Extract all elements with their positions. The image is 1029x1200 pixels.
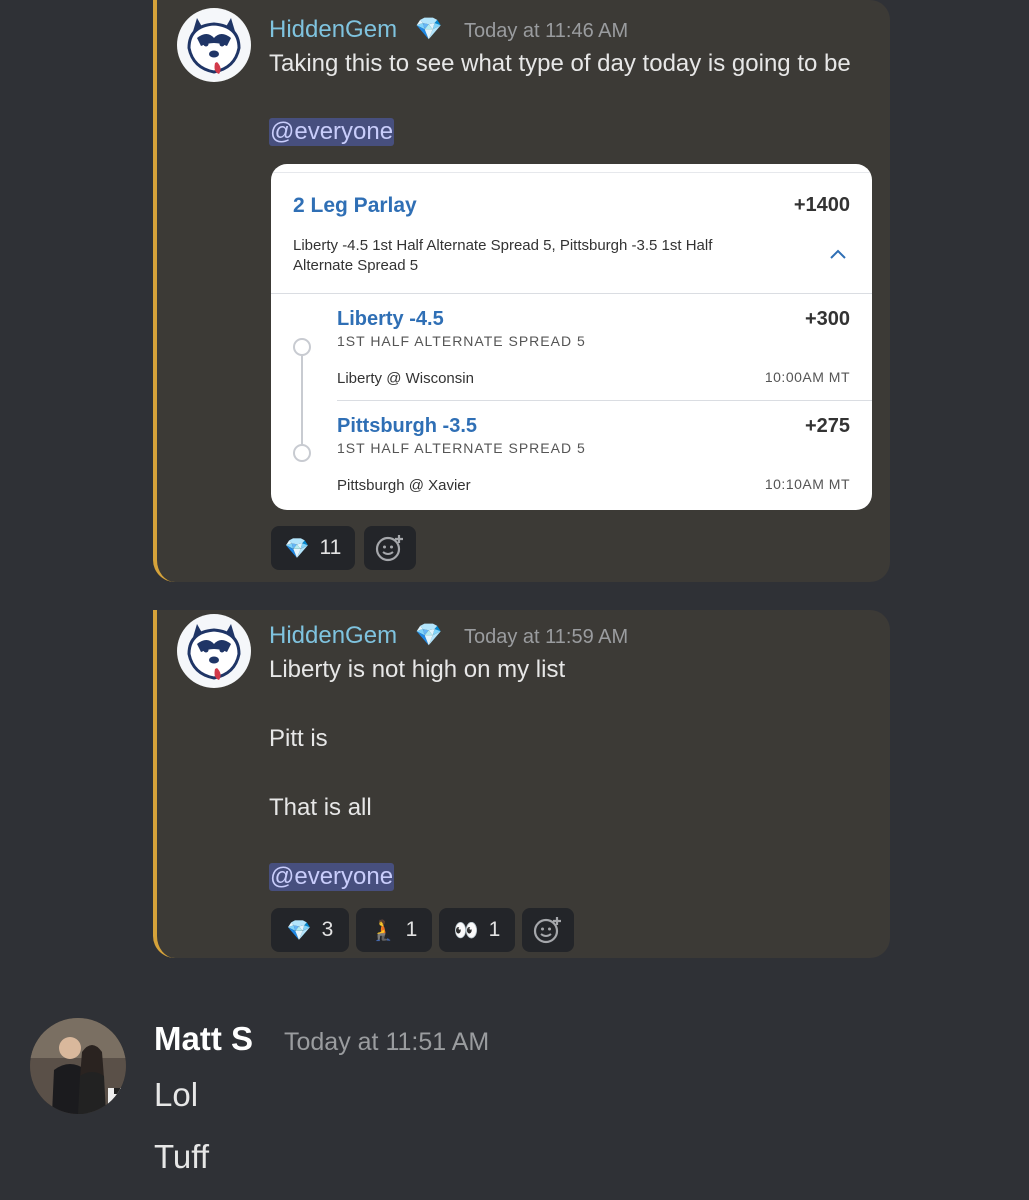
leg-market: 1ST HALF ALTERNATE SPREAD 5 bbox=[337, 440, 586, 456]
leg-time: 10:00AM MT bbox=[764, 369, 850, 385]
leg-marker-icon bbox=[293, 338, 311, 356]
reaction-kneeling[interactable]: 🧎 1 bbox=[356, 908, 432, 952]
message-text: Pitt is bbox=[269, 725, 328, 752]
bet-slip-card[interactable]: 2 Leg Parlay +1400 Liberty -4.5 1st Half… bbox=[271, 164, 872, 510]
reaction-count: 11 bbox=[319, 536, 342, 559]
eyes-icon: 👀 bbox=[453, 919, 479, 942]
reaction-count: 3 bbox=[321, 918, 334, 941]
add-reaction-button[interactable] bbox=[364, 526, 416, 570]
add-reaction-icon bbox=[533, 917, 561, 944]
diamond-icon: 💎 bbox=[284, 537, 310, 560]
diamond-icon: 💎 bbox=[286, 919, 312, 942]
message-text: Taking this to see what type of day toda… bbox=[269, 50, 851, 77]
diamond-icon: 💎 bbox=[415, 16, 443, 41]
reaction-eyes[interactable]: 👀 1 bbox=[439, 908, 515, 952]
leg-pick: Liberty -4.5 bbox=[337, 308, 444, 330]
user-avatar[interactable] bbox=[30, 1018, 126, 1114]
reaction-diamond[interactable]: 💎 3 bbox=[271, 908, 349, 952]
husky-avatar[interactable] bbox=[177, 614, 251, 688]
reaction-count: 1 bbox=[488, 918, 501, 941]
parlay-description: Liberty -4.5 1st Half Alternate Spread 5… bbox=[293, 237, 713, 274]
reaction-diamond[interactable]: 💎 11 bbox=[271, 526, 355, 570]
author-name[interactable]: HiddenGem bbox=[269, 16, 397, 44]
quoted-message-1: HiddenGem 💎 Today at 11:46 AM Taking thi… bbox=[153, 0, 890, 582]
leg-odds: +300 bbox=[804, 308, 850, 330]
message-timestamp: Today at 11:46 AM bbox=[464, 20, 629, 42]
leg-matchup: Liberty @ Wisconsin bbox=[337, 370, 474, 387]
kneeling-person-icon: 🧎 bbox=[370, 919, 396, 942]
leg-market: 1ST HALF ALTERNATE SPREAD 5 bbox=[337, 333, 586, 349]
diamond-icon: 💎 bbox=[415, 622, 443, 647]
leg-pick: Pittsburgh -3.5 bbox=[337, 415, 478, 437]
chevron-up-icon[interactable] bbox=[830, 246, 846, 264]
message-timestamp: Today at 11:51 AM bbox=[284, 1028, 490, 1056]
author-name[interactable]: HiddenGem bbox=[269, 622, 397, 650]
leg-odds: +275 bbox=[804, 415, 850, 437]
leg-marker-icon bbox=[293, 444, 311, 462]
everyone-mention[interactable]: @everyone bbox=[269, 863, 395, 891]
message-text: Tuff bbox=[154, 1138, 210, 1175]
everyone-mention[interactable]: @everyone bbox=[269, 118, 395, 146]
author-name[interactable]: Matt S bbox=[154, 1020, 253, 1058]
add-reaction-icon bbox=[375, 535, 403, 562]
husky-avatar[interactable] bbox=[177, 8, 251, 82]
message-text: Lol bbox=[154, 1076, 199, 1113]
reaction-count: 1 bbox=[405, 918, 418, 941]
leg-time: 10:10AM MT bbox=[764, 476, 850, 492]
leg-matchup: Pittsburgh @ Xavier bbox=[337, 477, 471, 494]
add-reaction-button[interactable] bbox=[522, 908, 574, 952]
parlay-title: 2 Leg Parlay bbox=[293, 194, 417, 217]
leg-connector bbox=[301, 356, 303, 446]
message-text: That is all bbox=[269, 794, 372, 821]
message-text: Liberty is not high on my list bbox=[269, 656, 566, 683]
quoted-message-2: HiddenGem 💎 Today at 11:59 AM Liberty is… bbox=[153, 610, 890, 958]
message-timestamp: Today at 11:59 AM bbox=[464, 626, 629, 648]
parlay-odds: +1400 bbox=[793, 194, 850, 216]
